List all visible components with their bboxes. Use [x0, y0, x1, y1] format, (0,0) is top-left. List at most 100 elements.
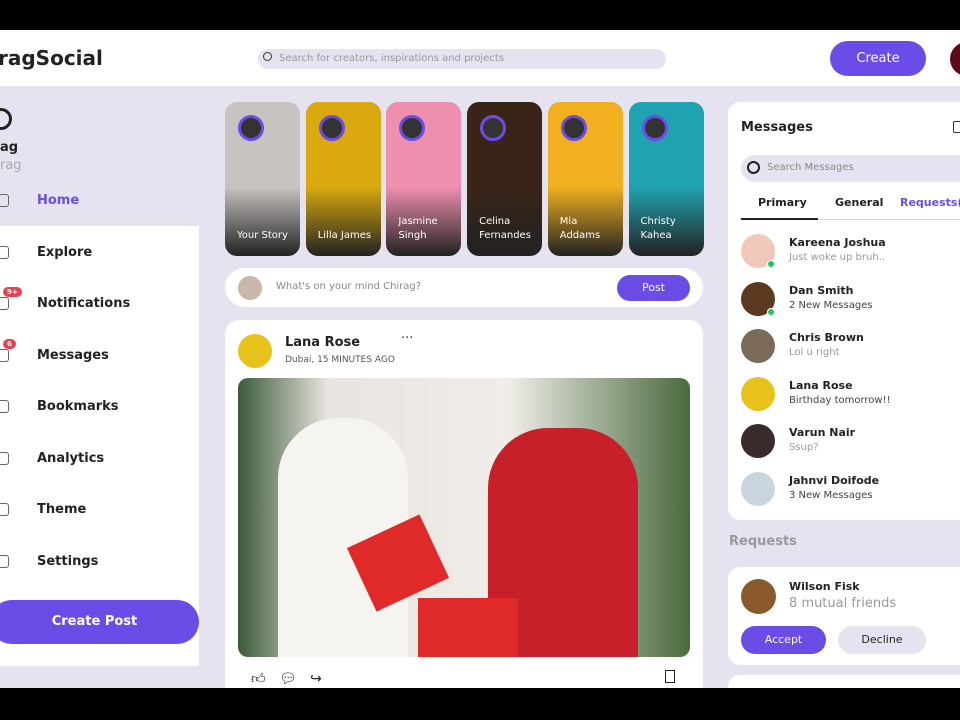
story-card[interactable]: Mia Addams	[547, 102, 623, 256]
requester-name[interactable]: Wilson Fisk	[789, 580, 860, 593]
avatar[interactable]	[950, 42, 960, 76]
message-preview: 3 New Messages	[789, 489, 873, 501]
sidebar-item-explore[interactable]: Explore	[0, 233, 199, 273]
story-avatar	[480, 115, 507, 141]
tab-general[interactable]: General	[835, 196, 883, 209]
sidebar-item-theme[interactable]: Theme	[0, 490, 199, 530]
gear-icon	[0, 554, 9, 568]
messages-search-input[interactable]: Search Messages	[741, 155, 960, 182]
create-button[interactable]: Create	[830, 41, 926, 76]
search-icon	[747, 161, 760, 174]
sidebar-item-settings[interactable]: Settings	[0, 542, 199, 582]
create-post-button[interactable]: Create Post	[0, 600, 199, 644]
logo: ragSocial	[0, 46, 103, 70]
sidebar-item-label: Bookmarks	[37, 399, 119, 414]
request-card: Wilson Fisk 8 mutual friends Accept Decl…	[728, 567, 960, 665]
message-item[interactable]: Kareena Joshua Just woke up bruh..	[741, 232, 960, 272]
chart-icon	[0, 451, 9, 465]
messages-title: Messages	[741, 120, 813, 135]
profile-name: ag	[0, 140, 19, 155]
message-preview: Birthday tomorrow!!	[789, 394, 891, 406]
story-avatar	[399, 115, 426, 141]
sidebar-item-label: Explore	[37, 244, 93, 260]
feed-post: Lana Rose Dubai, 15 MINUTES AGO ··· 👍︎ 💬…	[225, 320, 703, 688]
avatar	[741, 424, 775, 458]
bell-icon	[0, 297, 9, 310]
story-card[interactable]: Lilla James	[305, 102, 381, 256]
story-name: Jasmine Singh	[398, 216, 438, 241]
sidebar-item-messages[interactable]: 6 Messages	[0, 336, 199, 376]
requests-title: Requests	[729, 534, 797, 549]
contact-name: Kareena Joshua	[789, 236, 886, 249]
bookmark-icon	[0, 400, 9, 413]
composer-input[interactable]: What's on your mind Chirag?	[276, 281, 421, 292]
message-item[interactable]: Jahnvi Doifode 3 New Messages	[741, 470, 960, 510]
message-item[interactable]: Varun Nair Ssup?	[741, 422, 960, 462]
sidebar-item-home[interactable]: Home	[0, 181, 199, 221]
more-options-icon[interactable]: ···	[401, 331, 413, 346]
sidebar-item-analytics[interactable]: Analytics	[0, 439, 199, 479]
post-image	[238, 378, 690, 657]
sidebar-item-label: Messages	[37, 347, 109, 363]
sidebar-item-label: Analytics	[37, 450, 105, 466]
composer: What's on your mind Chirag? Post	[225, 268, 703, 307]
message-item[interactable]: Lana Rose Birthday tomorrow!!	[741, 375, 960, 415]
story-avatar	[238, 115, 264, 141]
story-name: Mia Addams	[559, 216, 601, 241]
request-card	[728, 675, 960, 688]
active-tab-indicator	[741, 218, 818, 220]
avatar	[238, 276, 262, 300]
share-icon[interactable]: ↪	[310, 671, 322, 687]
notification-badge: 9+	[3, 287, 22, 297]
decline-button[interactable]: Decline	[838, 626, 926, 654]
story-card[interactable]: Celina Fernandes	[467, 102, 543, 256]
author-name[interactable]: Lana Rose	[285, 335, 360, 350]
profile-avatar[interactable]	[0, 108, 12, 130]
sidebar-item-notifications[interactable]: 9+ Notifications	[0, 284, 199, 324]
story-name: Christy Kahea	[640, 216, 676, 241]
message-item[interactable]: Dan Smith 2 New Messages	[741, 280, 960, 320]
messages-panel: Messages Search Messages Primary General…	[728, 102, 960, 520]
story-avatar	[641, 115, 668, 141]
requester-avatar[interactable]	[741, 579, 776, 614]
bookmark-icon[interactable]	[665, 670, 675, 683]
app: ragSocial Search for creators, inspirati…	[0, 30, 960, 688]
message-preview: 2 New Messages	[789, 299, 873, 311]
contact-name: Varun Nair	[789, 426, 856, 439]
palette-icon	[0, 503, 9, 516]
accept-button[interactable]: Accept	[741, 626, 826, 654]
profile-handle: rag	[0, 158, 22, 173]
mutual-friends: 8 mutual friends	[789, 596, 897, 611]
search-input[interactable]: Search for creators, inspirations and pr…	[258, 49, 666, 69]
message-preview: Just woke up bruh..	[789, 252, 886, 263]
sidebar-item-label: Theme	[37, 502, 87, 517]
header: ragSocial Search for creators, inspirati…	[0, 30, 960, 86]
message-preview: Lol u right	[789, 347, 840, 358]
message-item[interactable]: Chris Brown Lol u right	[741, 327, 960, 367]
tab-primary[interactable]: Primary	[758, 196, 807, 209]
story-card[interactable]: Your Story	[225, 102, 300, 256]
online-indicator	[767, 260, 775, 268]
tab-requests[interactable]: Requests(7)	[900, 196, 960, 209]
avatar	[741, 376, 775, 411]
compass-icon	[0, 245, 9, 259]
contact-name: Chris Brown	[789, 331, 864, 344]
story-card[interactable]: Christy Kahea	[628, 102, 704, 256]
story-avatar	[318, 115, 345, 141]
envelope-icon	[0, 348, 9, 362]
comment-icon[interactable]: 💬︎	[279, 671, 297, 687]
story-avatar	[560, 115, 587, 141]
avatar	[741, 471, 775, 506]
notification-badge: 6	[3, 338, 16, 349]
post-location: Dubai, 15 MINUTES AGO	[285, 355, 395, 365]
like-icon[interactable]: 👍︎	[251, 671, 266, 687]
post-button[interactable]: Post	[617, 275, 690, 301]
contact-name: Lana Rose	[789, 378, 853, 392]
edit-icon[interactable]	[953, 121, 960, 133]
sidebar-item-label: Settings	[37, 553, 99, 569]
sidebar-item-bookmarks[interactable]: Bookmarks	[0, 387, 199, 427]
story-name: Lilla James	[317, 230, 372, 241]
author-avatar[interactable]	[238, 334, 272, 368]
story-card[interactable]: Jasmine Singh	[386, 102, 462, 256]
story-name: Your Story	[237, 230, 288, 241]
